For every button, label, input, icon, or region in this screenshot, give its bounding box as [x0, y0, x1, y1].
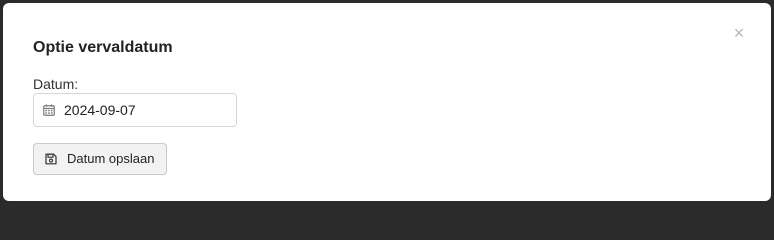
save-date-button[interactable]: Datum opslaan — [33, 143, 168, 175]
close-icon: × — [733, 23, 745, 43]
floppy-disk-icon — [44, 153, 57, 166]
date-input[interactable]: 2024-09-07 — [33, 93, 237, 127]
date-value: 2024-09-07 — [64, 102, 136, 118]
save-date-button-label: Datum opslaan — [67, 151, 155, 166]
option-expiry-modal: Optie vervaldatum × Datum: 2024-09-07 Da… — [3, 3, 771, 201]
date-field-label: Datum: — [33, 76, 79, 92]
close-button[interactable]: × — [729, 23, 749, 43]
calendar-icon — [42, 103, 56, 117]
modal-title: Optie vervaldatum — [33, 39, 173, 56]
